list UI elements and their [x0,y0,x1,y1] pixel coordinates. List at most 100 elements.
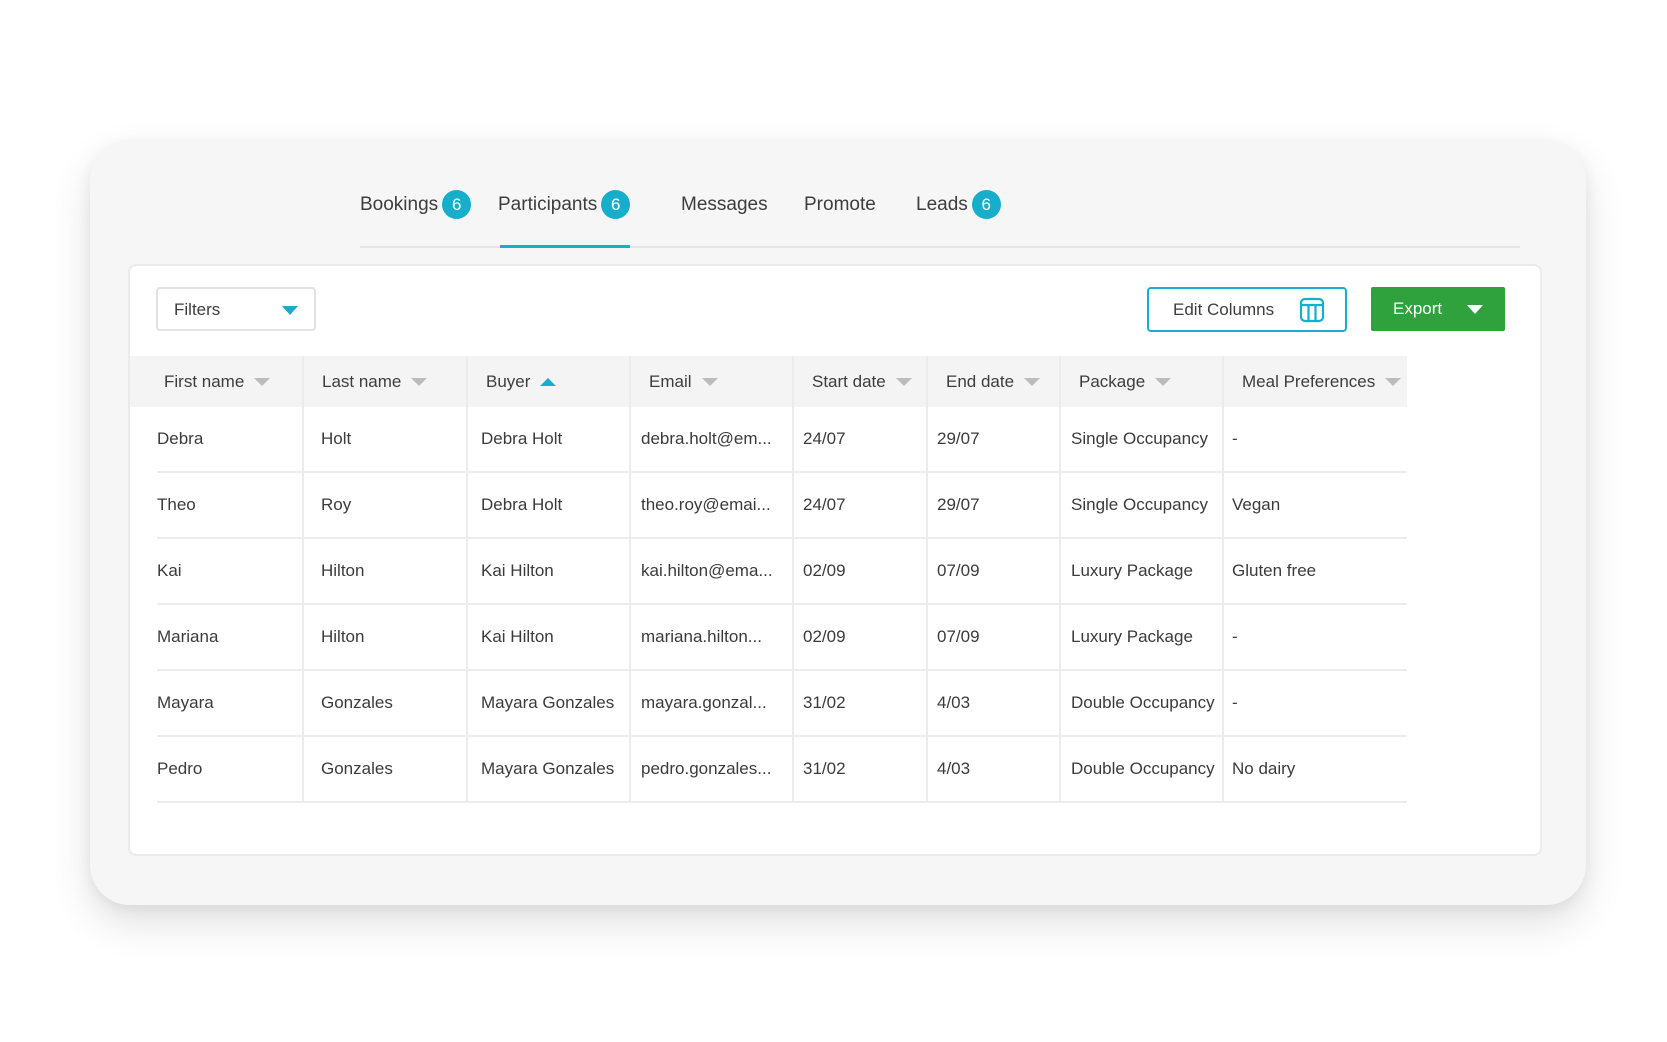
tab-bookings-label: Bookings [360,194,439,215]
sort-icon[interactable] [1385,377,1402,386]
tab-messages[interactable]: Messages [681,190,768,246]
cell-last-name: Roy [321,495,352,514]
tab-bookings-count-badge: 6 [442,190,472,219]
cell-start-date: 31/02 [803,693,846,712]
table-body: Debra Holt Debra Holt debra.holt@em... 24/07… [130,407,1500,803]
cell-end-date: 07/09 [937,561,980,580]
edit-columns-label: Edit Columns [1173,300,1275,319]
column-header-meal-preferences[interactable]: Meal Preferences [1222,356,1402,407]
cell-package: Double Occupancy [1071,759,1215,778]
cell-end-date: 29/07 [937,429,980,448]
participants-table: First name Last name Buyer Email Start date E… [130,356,1500,803]
table-header: First name Last name Buyer Email Start date E… [130,356,1407,407]
cell-buyer: Mayara Gonzales [481,759,615,778]
cell-email: kai.hilton@ema... [641,561,773,580]
chevron-down-icon [282,306,298,315]
sort-icon[interactable] [254,377,271,386]
cell-first-name: Mayara [157,693,214,712]
table-row[interactable]: Mariana Hilton Kai Hilton mariana.hilton...… [157,605,1407,671]
sort-icon[interactable] [895,377,912,386]
filters-dropdown[interactable]: Filters [156,287,316,331]
column-divider [629,356,631,803]
export-label: Export [1393,299,1443,318]
cell-last-name: Gonzales [321,759,393,778]
cell-meal-preferences: - [1232,429,1238,448]
tab-bookings[interactable]: Bookings 6 [360,190,472,246]
cell-meal-preferences: Vegan [1232,495,1281,514]
cell-first-name: Kai [157,561,182,580]
sort-icon[interactable] [701,377,718,386]
sort-icon[interactable] [1024,377,1041,386]
export-button[interactable]: Export [1371,287,1505,331]
cell-email: debra.holt@em... [641,429,772,448]
table-row[interactable]: Kai Hilton Kai Hilton kai.hilton@ema... 02/0… [157,539,1407,605]
cell-package: Double Occupancy [1071,693,1215,712]
column-header-start-date[interactable]: Start date [792,356,912,407]
cell-package: Luxury Package [1071,561,1193,580]
column-header-end-date[interactable]: End date [926,356,1041,407]
cell-first-name: Pedro [157,759,203,778]
column-header-first-name[interactable]: First name [130,356,271,407]
cell-meal-preferences: No dairy [1232,759,1296,778]
column-divider [926,356,928,803]
table-columns-icon [1299,297,1325,323]
column-header-label: First name [164,371,245,391]
cell-first-name: Debra [157,429,204,448]
cell-email: mayara.gonzal... [641,693,767,712]
cell-start-date: 31/02 [803,759,846,778]
table-row[interactable]: Theo Roy Debra Holt theo.roy@emai... 24/07 29… [157,473,1407,539]
sort-icon[interactable] [411,377,428,386]
tab-promote[interactable]: Promote [804,190,876,246]
column-divider [1222,356,1224,803]
table-row[interactable]: Debra Holt Debra Holt debra.holt@em... 24/07… [157,407,1407,473]
cell-buyer: Mayara Gonzales [481,693,615,712]
column-divider [792,356,794,803]
column-header-label: Package [1079,371,1146,391]
cell-email: theo.roy@emai... [641,495,771,514]
column-header-label: Meal Preferences [1242,371,1376,391]
tab-participants[interactable]: Participants 6 [498,190,631,248]
cell-last-name: Gonzales [321,693,393,712]
table-row[interactable]: Pedro Gonzales Mayara Gonzales pedro.gonzal… [157,737,1407,803]
column-header-label: Last name [322,371,402,391]
column-divider [466,356,468,803]
cell-start-date: 02/09 [803,627,846,646]
column-header-last-name[interactable]: Last name [302,356,428,407]
cell-last-name: Holt [321,429,352,448]
table-row[interactable]: Mayara Gonzales Mayara Gonzales mayara.gonz… [157,671,1407,737]
cell-email: pedro.gonzales... [641,759,772,778]
column-header-package[interactable]: Package [1059,356,1172,407]
tab-leads[interactable]: Leads 6 [916,190,1001,246]
column-header-buyer[interactable]: Buyer [466,356,557,407]
column-header-label: End date [946,371,1015,391]
column-divider [1059,356,1061,803]
cell-package: Single Occupancy [1071,495,1209,514]
cell-first-name: Mariana [157,627,219,646]
tab-messages-label: Messages [681,194,768,215]
cell-meal-preferences: - [1232,693,1238,712]
sort-ascending-icon[interactable] [540,377,557,386]
tab-promote-label: Promote [804,194,876,215]
cell-end-date: 4/03 [937,759,971,778]
cell-buyer: Debra Holt [481,429,563,448]
column-header-email[interactable]: Email [629,356,718,407]
cell-start-date: 24/07 [803,429,846,448]
tab-leads-count-badge: 6 [971,190,1001,219]
cell-buyer: Kai Hilton [481,627,554,646]
cell-start-date: 24/07 [803,495,846,514]
cell-end-date: 29/07 [937,495,980,514]
sort-icon[interactable] [1155,377,1172,386]
column-divider [302,356,304,803]
cell-buyer: Kai Hilton [481,561,554,580]
cell-email: mariana.hilton... [641,627,762,646]
cell-first-name: Theo [157,495,196,514]
cell-last-name: Hilton [321,561,365,580]
cell-package: Luxury Package [1071,627,1193,646]
tab-bar: Bookings 6 Participants 6 Messages Promo… [360,190,1520,248]
cell-end-date: 4/03 [937,693,971,712]
cell-package: Single Occupancy [1071,429,1209,448]
cell-start-date: 02/09 [803,561,846,580]
tab-participants-count-badge: 6 [601,190,631,219]
edit-columns-button[interactable]: Edit Columns [1147,287,1347,332]
cell-buyer: Debra Holt [481,495,563,514]
